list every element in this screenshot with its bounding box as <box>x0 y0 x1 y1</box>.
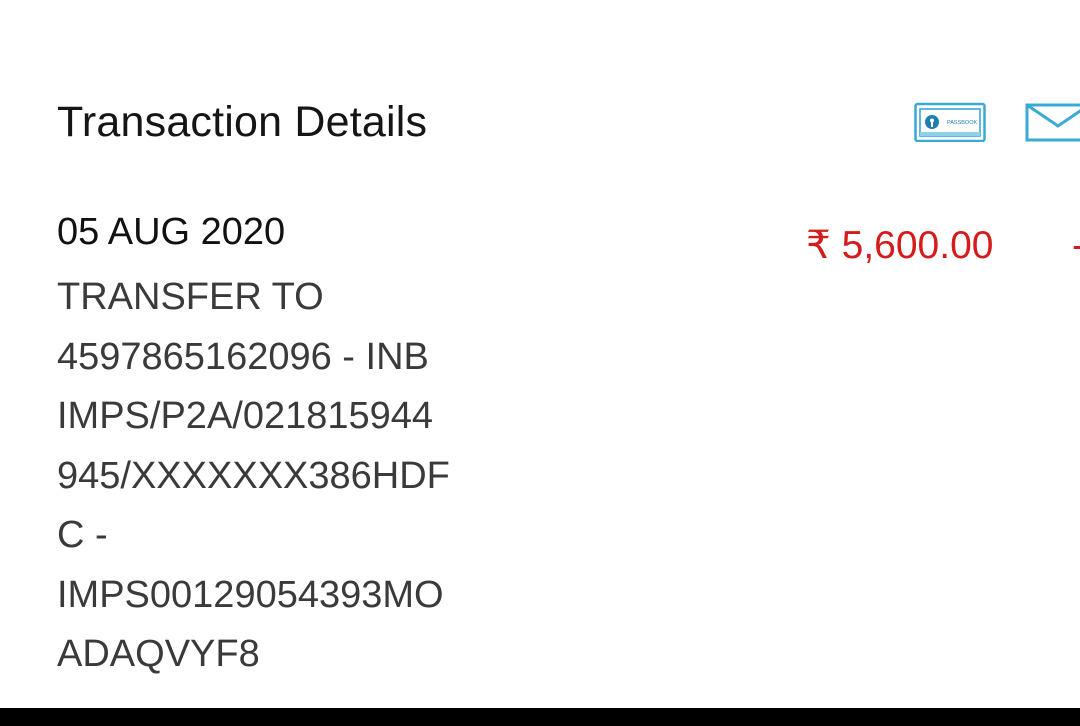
description-line: C - <box>57 514 108 556</box>
passbook-icon: PASSBOOK <box>914 102 986 143</box>
email-button[interactable] <box>1024 102 1080 142</box>
transaction-date: 05 AUG 2020 <box>57 211 286 253</box>
passbook-icon-label: PASSBOOK <box>947 120 977 126</box>
description-line: 945/XXXXXXX386HDF <box>57 454 450 497</box>
description-line: IMPS/P2A/021815944 <box>57 395 434 437</box>
transaction-description: TRANSFER TO 4597865162096 - INB IMPS/P2A… <box>57 268 497 685</box>
transaction-amount: ₹ 5,600.00 <box>806 224 994 267</box>
description-line: ADAQVYF8 <box>57 633 260 675</box>
description-line: TRANSFER TO <box>57 276 324 318</box>
description-line: IMPS00129054393MO <box>57 573 444 616</box>
bottom-navigation-bar <box>0 708 1080 726</box>
transaction-balance-truncated: - <box>1072 223 1080 269</box>
page-title: Transaction Details <box>57 98 428 146</box>
description-line: 4597865162096 - INB <box>57 335 429 378</box>
transaction-details-screen: Transaction Details PASSBOOK 05 AUG 2020… <box>0 0 1080 708</box>
mail-icon <box>1025 103 1080 142</box>
passbook-button[interactable]: PASSBOOK <box>914 102 986 143</box>
